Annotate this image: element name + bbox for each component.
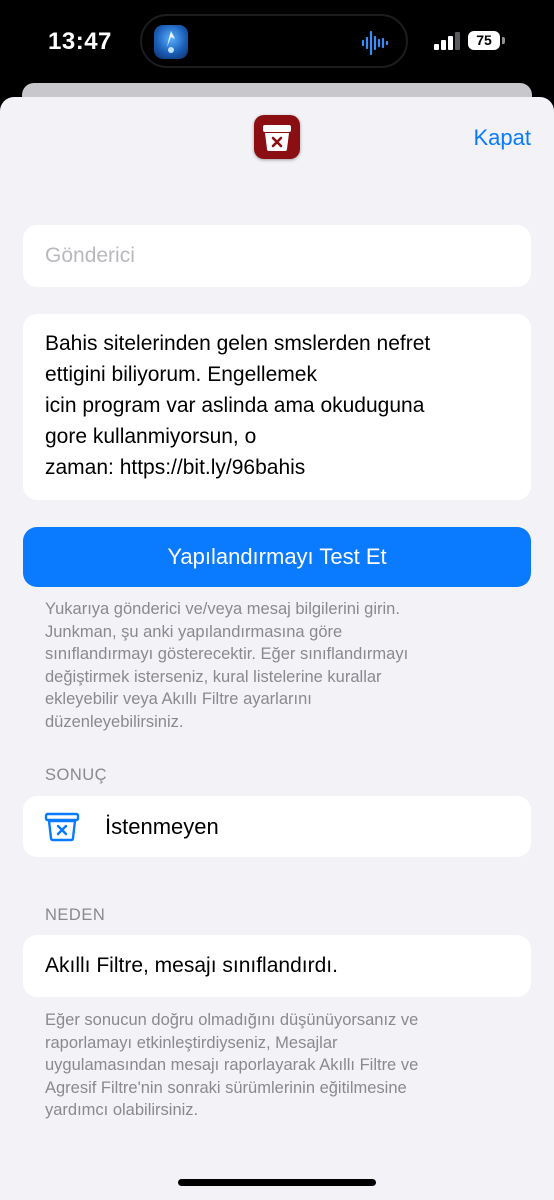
status-time: 13:47	[48, 28, 112, 55]
result-value: İstenmeyen	[105, 814, 219, 839]
help-text: Yukarıya gönderici ve/veya mesaj bilgile…	[45, 600, 409, 731]
battery-level: 75	[476, 32, 492, 48]
message-field-card[interactable]: Bahis sitelerinden gelen smslerden nefre…	[23, 314, 531, 500]
test-configuration-button[interactable]: Yapılandırmayı Test Et	[23, 527, 531, 587]
battery-icon: 75	[468, 31, 500, 50]
status-bar: 13:47 75	[0, 0, 554, 84]
sender-input[interactable]	[45, 225, 505, 287]
audio-waveform-icon	[361, 30, 389, 56]
close-button[interactable]: Kapat	[474, 125, 532, 151]
cellular-signal-icon	[434, 32, 460, 50]
reason-value: Akıllı Filtre, mesajı sınıflandırdı.	[45, 954, 338, 977]
home-indicator[interactable]	[178, 1179, 376, 1186]
result-card: İstenmeyen	[23, 796, 531, 857]
junk-box-icon	[254, 115, 300, 159]
reason-section-header: NEDEN	[45, 906, 106, 924]
dynamic-island[interactable]	[140, 14, 408, 68]
app-icon[interactable]	[154, 25, 188, 59]
test-configuration-sheet: Kapat Bahis sitelerinden gelen smslerden…	[0, 97, 554, 1200]
battery-cap	[502, 37, 505, 44]
reason-card: Akıllı Filtre, mesajı sınıflandırdı.	[23, 935, 531, 997]
result-section-header: SONUÇ	[45, 766, 108, 784]
reason-footer-text: Eğer sonucun doğru olmadığını düşünüyors…	[45, 1011, 419, 1119]
sender-field-card	[23, 225, 531, 287]
message-text[interactable]: Bahis sitelerinden gelen smslerden nefre…	[45, 328, 509, 483]
junk-tray-icon	[44, 812, 80, 842]
